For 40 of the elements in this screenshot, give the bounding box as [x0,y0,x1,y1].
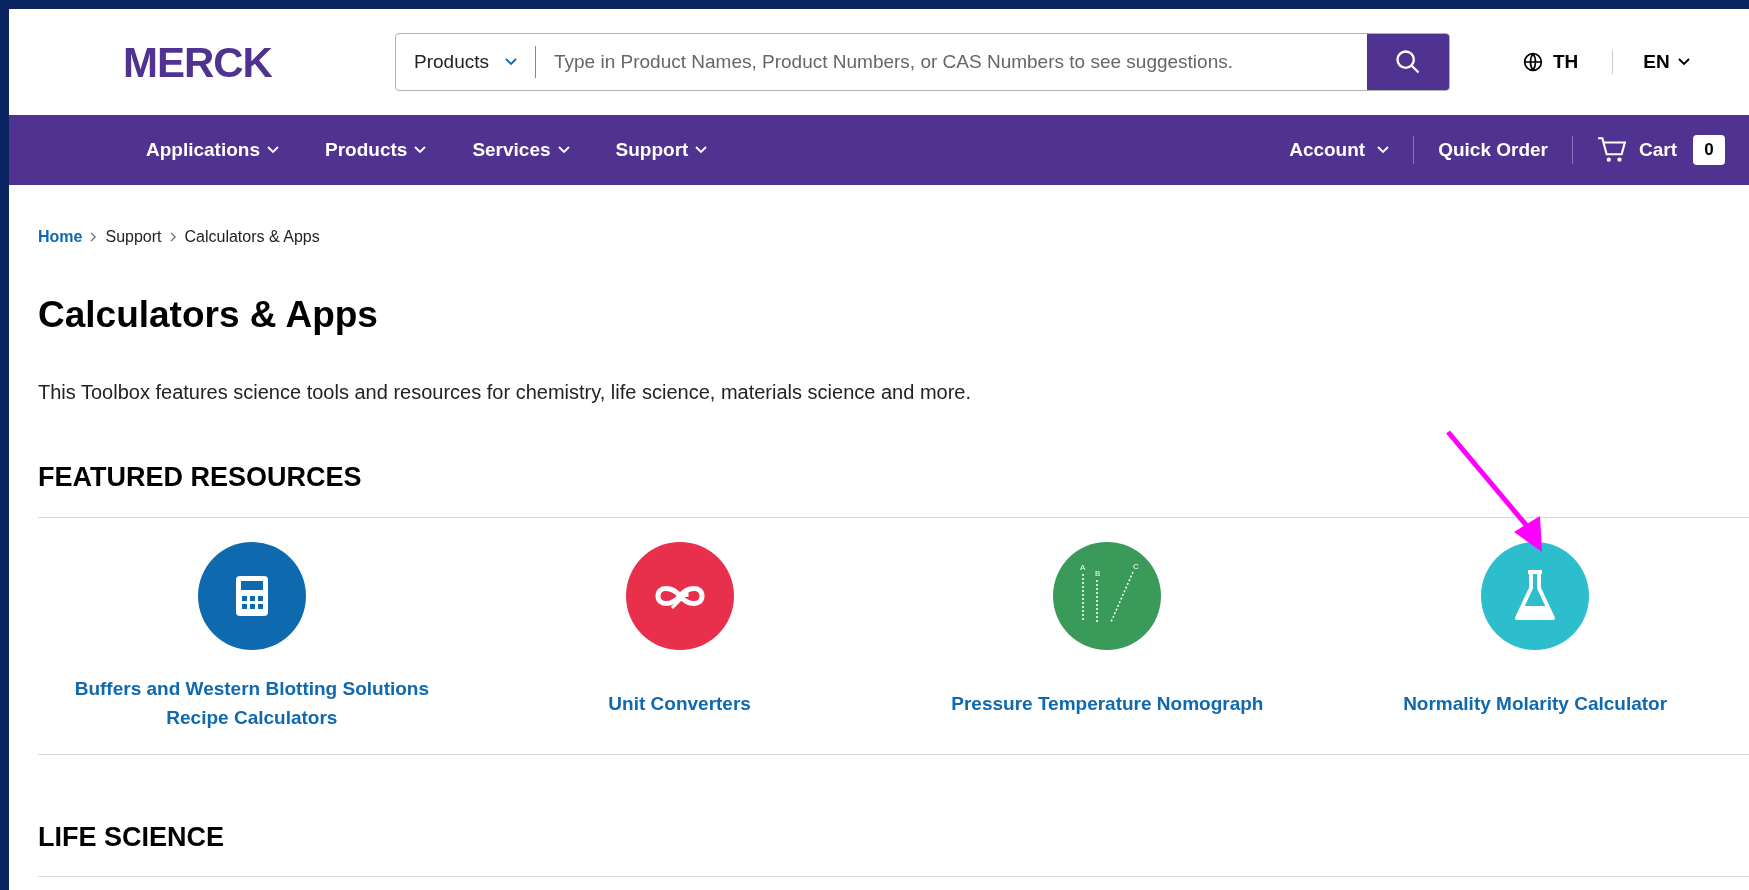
page-title: Calculators & Apps [38,293,379,337]
nav-menu-item[interactable]: Services [472,135,570,165]
category-dropdown[interactable]: Products [396,46,536,78]
page-description: This Toolbox features science tools and resources for chemistry, life science, materials science and more. [38,379,972,405]
resource-link[interactable]: Buffers and Western Blotting Solutions Recipe Calculators [61,674,442,732]
chevron-down-icon [1677,58,1690,66]
chevron-down-icon [695,146,708,154]
cart-icon [1597,136,1627,164]
globe-icon [1523,52,1543,72]
section-heading: FEATURED RESOURCES [38,460,363,494]
chevron-down-icon [414,146,427,154]
search-icon [1394,48,1422,76]
breadcrumb-link[interactable]: Calculators & Apps [184,225,320,249]
chevron-down-icon [557,146,570,154]
chevron-down-icon [267,146,279,154]
chevron-down-icon [1377,146,1390,154]
country-selector[interactable]: TH [1523,47,1579,77]
cart-button[interactable]: Cart [1597,135,1677,165]
logo[interactable]: MERCK [123,30,338,94]
chevron-right-icon [169,232,177,242]
resource-link[interactable]: Normality Molarity Calculator [1345,674,1726,732]
calculator-icon[interactable] [197,542,306,650]
breadcrumb-link[interactable]: Home [38,225,83,249]
quick-order-link[interactable]: Quick Order [1438,135,1548,165]
resource-link[interactable]: Unit Converters [489,674,870,732]
chevron-right-icon [90,232,98,242]
search-field[interactable]: Products Type in Product Names, Product Numbers, or CAS Numbers to see suggestions. [395,33,1450,91]
section-heading: LIFE SCIENCE [38,821,226,854]
nav-menu-item[interactable]: Support [615,135,708,165]
search-button[interactable] [1367,34,1449,90]
nomograph-icon[interactable]: A B C [1053,542,1162,650]
account-menu[interactable]: Account [1289,135,1390,165]
cart-count-badge: 0 [1693,135,1725,165]
nav-menu-item[interactable]: Products [325,135,427,165]
converter-icon[interactable] [625,542,734,650]
breadcrumb-link[interactable]: Support [105,225,162,249]
nav-menu-item[interactable]: Applications [146,135,279,165]
resource-link[interactable]: Pressure Temperature Nomograph [917,674,1298,732]
chevron-down-icon [505,58,517,66]
language-selector[interactable]: EN [1643,47,1690,77]
